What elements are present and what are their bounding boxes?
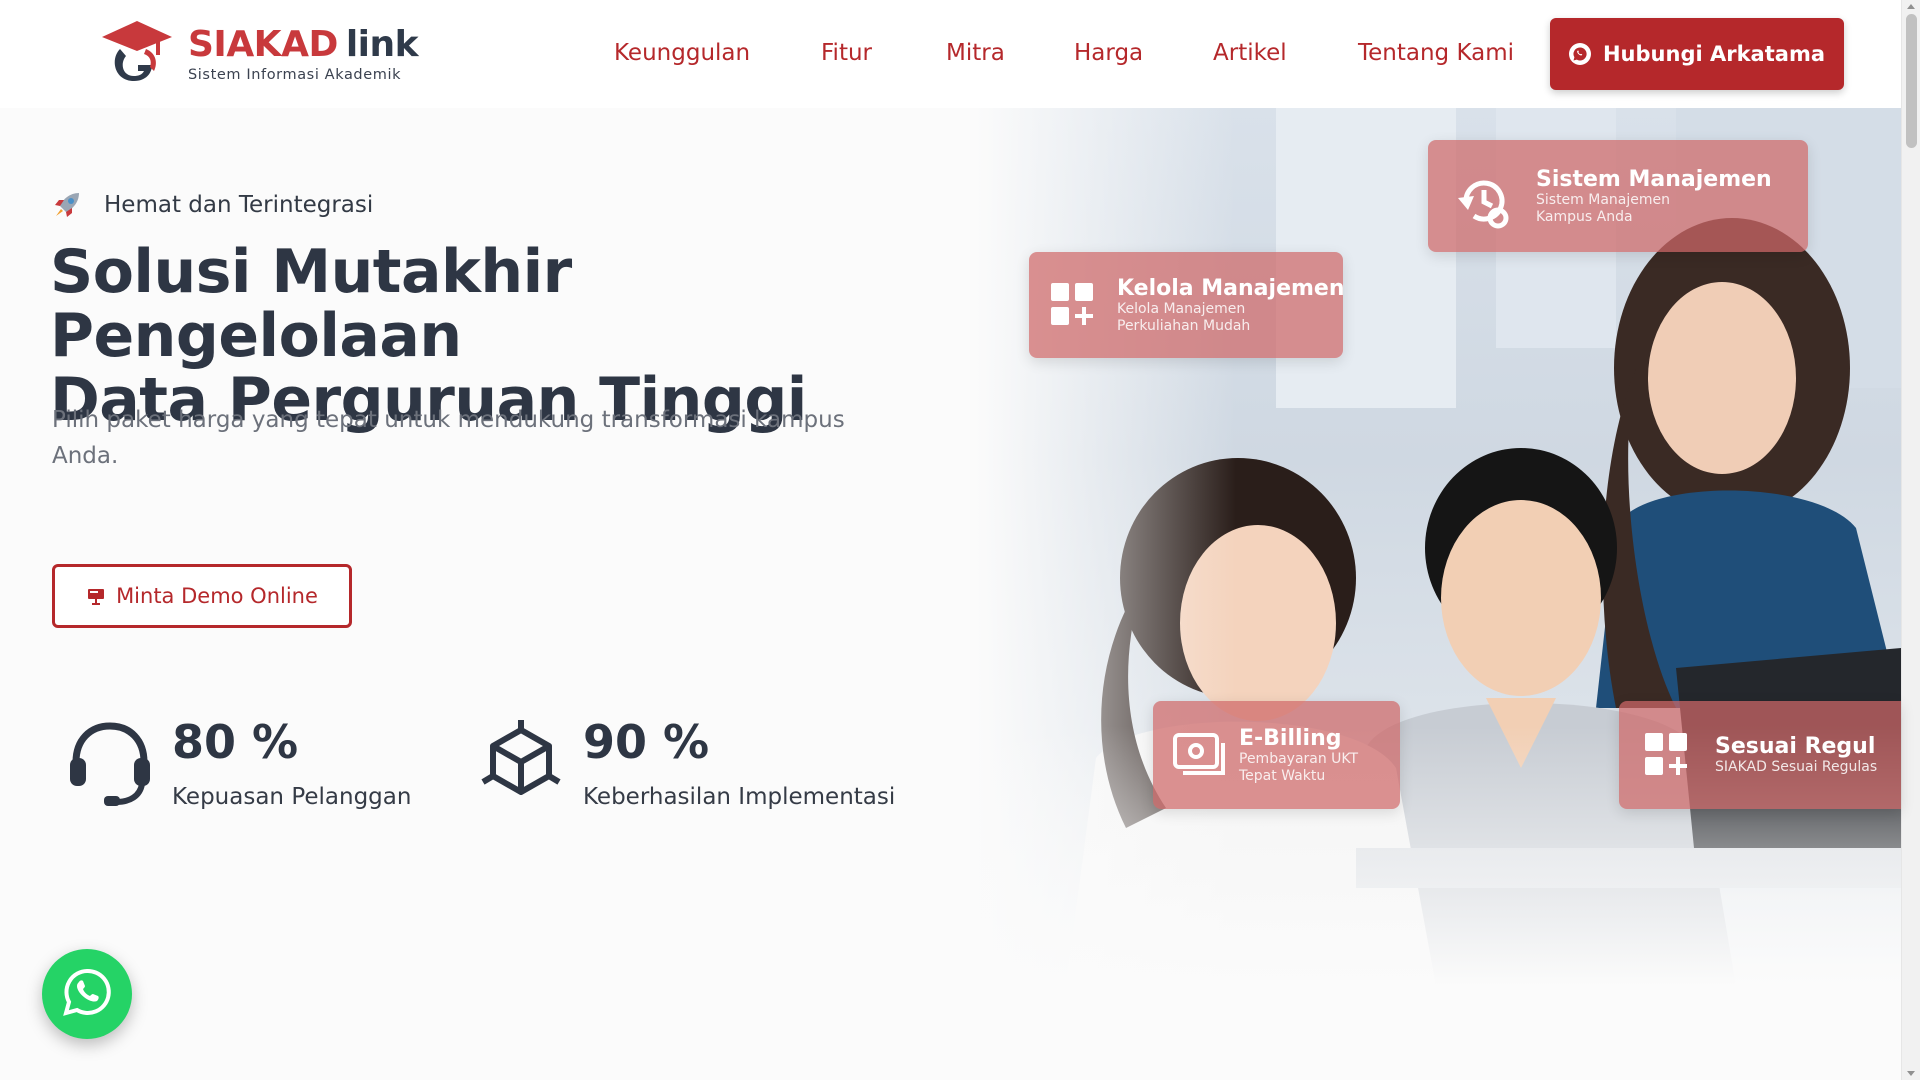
- nav-artikel[interactable]: Artikel: [1213, 40, 1287, 66]
- feature-card-desc-1: SIAKAD Sesuai Regulas: [1715, 759, 1878, 775]
- logo-brand-suffix: link: [345, 24, 419, 65]
- feature-card-title: E-Billing: [1239, 725, 1342, 751]
- hero-tagline: Hemat dan Terintegrasi: [52, 190, 373, 220]
- scroll-up-arrow-icon[interactable]: [1907, 4, 1915, 9]
- whatsapp-icon: [1568, 43, 1591, 65]
- scroll-down-arrow-icon[interactable]: [1907, 1071, 1915, 1076]
- stat-value: 90 %: [583, 715, 710, 769]
- stat-customer-satisfaction: 80 % Kepuasan Pelanggan: [62, 712, 411, 810]
- feature-card-kelola-manajemen: Kelola Manajemen Kelola Manajemen Perkul…: [1029, 252, 1345, 358]
- contact-arkatama-button[interactable]: Hubungi Arkatama: [1550, 18, 1844, 90]
- request-demo-button[interactable]: Minta Demo Online: [52, 564, 352, 628]
- nav-keunggulan[interactable]: Keunggulan: [614, 40, 750, 66]
- grid-plus-icon: [1643, 731, 1691, 779]
- feature-card-desc-1: Pembayaran UKT: [1239, 750, 1359, 767]
- site-logo[interactable]: SIAKAD link Sistem Informasi Akademik: [100, 18, 420, 90]
- nav-fitur[interactable]: Fitur: [821, 40, 872, 66]
- stat-label: Keberhasilan Implementasi: [583, 784, 896, 810]
- feature-card-desc-2: Perkuliahan Mudah: [1117, 317, 1251, 334]
- logo-brand: SIAKAD: [188, 24, 338, 65]
- contact-arkatama-label: Hubungi Arkatama: [1602, 42, 1825, 66]
- rocket-icon: [52, 190, 82, 220]
- feature-card-desc-1: Sistem Manajemen: [1536, 191, 1670, 208]
- nav-tentang-kami[interactable]: Tentang Kami: [1358, 40, 1514, 66]
- feature-card-title: Kelola Manajemen: [1117, 275, 1345, 301]
- presentation-icon: [86, 586, 106, 606]
- feature-card-desc-2: Tepat Waktu: [1239, 767, 1326, 784]
- page-scrollbar[interactable]: [1901, 0, 1920, 1080]
- feature-card-title: Sesuai Regul: [1715, 734, 1876, 759]
- stat-label: Kepuasan Pelanggan: [172, 784, 412, 810]
- scrollbar-thumb[interactable]: [1906, 14, 1917, 148]
- nav-harga[interactable]: Harga: [1074, 40, 1143, 66]
- site-header: SIAKAD link Sistem Informasi Akademik Ke…: [0, 0, 1901, 108]
- grid-plus-icon: [1049, 281, 1097, 329]
- whatsapp-floating-button[interactable]: [42, 949, 132, 1039]
- nav-mitra[interactable]: Mitra: [946, 40, 1005, 66]
- graduation-cap-logo-icon: [100, 19, 174, 89]
- feature-card-desc-1: Kelola Manajemen: [1117, 300, 1246, 317]
- hero-title-line-1: Solusi Mutakhir Pengelolaan: [50, 237, 572, 371]
- tagline-text: Hemat dan Terintegrasi: [104, 192, 374, 218]
- hero-subtitle: Pilih paket harga yang tepat untuk mendu…: [52, 407, 845, 469]
- request-demo-label: Minta Demo Online: [116, 584, 318, 608]
- feature-card-e-billing: E-Billing Pembayaran UKT Tepat Waktu: [1153, 701, 1400, 809]
- feature-card-title: Sistem Manajemen: [1536, 166, 1772, 192]
- billing-icon: [1173, 731, 1225, 779]
- feature-card-sesuai-regulasi: Sesuai Regul SIAKAD Sesuai Regulas: [1619, 701, 1901, 809]
- feature-card-sistem-manajemen: Sistem Manajemen Sistem Manajemen Kampus…: [1428, 140, 1808, 252]
- headset-icon: [62, 712, 158, 808]
- cube-icon: [473, 712, 569, 808]
- stat-implementation-success: 90 % Keberhasilan Implementasi: [473, 712, 895, 810]
- history-settings-icon: [1454, 172, 1509, 229]
- feature-card-desc-2: Kampus Anda: [1536, 208, 1633, 225]
- logo-subtitle: Sistem Informasi Akademik: [188, 67, 402, 83]
- whatsapp-icon: [61, 966, 113, 1022]
- stat-value: 80 %: [172, 715, 299, 769]
